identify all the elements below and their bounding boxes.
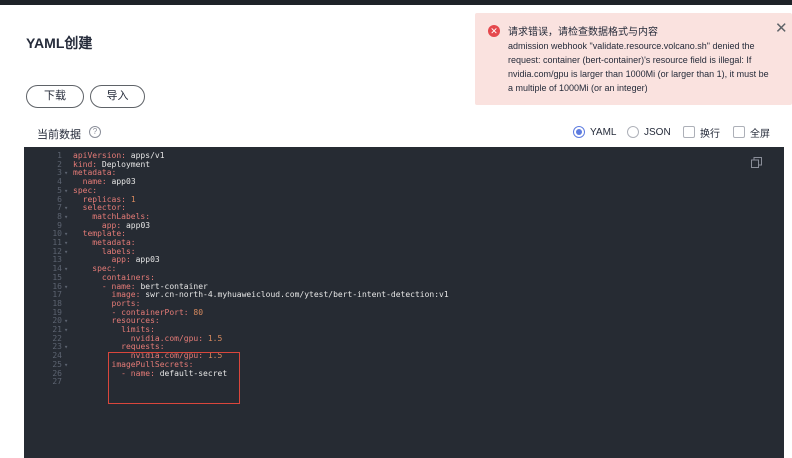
yaml-value: bert-container xyxy=(135,281,208,291)
error-toast: ✕ 请求错误，请检查数据格式与内容 admission webhook "val… xyxy=(475,13,792,105)
yaml-key: app: xyxy=(101,220,122,230)
fold-toggle-icon[interactable]: ▾ xyxy=(64,230,68,239)
yaml-key: app: xyxy=(111,255,131,265)
yaml-key: ports: xyxy=(111,298,141,308)
yaml-key: kind: xyxy=(73,159,98,169)
code-line: 3 ▾ metadata: xyxy=(24,169,784,178)
fullscreen-checkbox[interactable] xyxy=(733,126,745,138)
fold-toggle-icon[interactable]: ▾ xyxy=(64,343,68,352)
line-number: 27 xyxy=(52,377,62,387)
fullscreen-checkbox-option[interactable]: 全屏 xyxy=(733,125,770,140)
code-line: 11 ▾ metadata: xyxy=(24,238,784,248)
current-data-label: 当前数据 xyxy=(37,129,81,141)
yaml-key: - name: xyxy=(101,281,136,291)
yaml-key: template: xyxy=(82,229,126,239)
yaml-key: requests: xyxy=(121,342,165,352)
wrap-checkbox-label: 换行 xyxy=(700,128,720,140)
code-line: 9 app: app03 xyxy=(24,220,784,231)
close-icon[interactable]: ✕ xyxy=(775,19,788,37)
fold-toggle-icon[interactable]: ▾ xyxy=(64,265,68,274)
code-line: 4 name: app03 xyxy=(24,177,784,187)
json-radio[interactable] xyxy=(627,126,639,138)
yaml-value: 1 xyxy=(126,194,136,204)
yaml-value: apps/v1 xyxy=(125,151,165,160)
fold-toggle-icon[interactable]: ▾ xyxy=(64,317,68,326)
resources-highlight-box xyxy=(108,352,240,404)
code-line: 13 app: app03 xyxy=(24,256,784,265)
yaml-key: spec: xyxy=(92,264,117,274)
help-icon[interactable]: ? xyxy=(89,126,101,138)
yaml-key: matchLabels: xyxy=(92,211,151,221)
code-line: 6 replicas: 1 xyxy=(24,194,784,205)
yaml-key: image: xyxy=(111,290,141,300)
yaml-radio[interactable] xyxy=(573,126,585,138)
yaml-key: metadata: xyxy=(92,238,136,247)
fold-toggle-icon[interactable]: ▾ xyxy=(64,187,68,196)
yaml-value: app03 xyxy=(121,220,151,230)
yaml-radio-label: YAML xyxy=(590,126,617,138)
yaml-value: app03 xyxy=(130,255,160,265)
wrap-checkbox-option[interactable]: 换行 xyxy=(683,125,720,140)
fold-toggle-icon[interactable]: ▾ xyxy=(64,326,68,335)
yaml-key: name: xyxy=(82,177,107,187)
wrap-checkbox[interactable] xyxy=(683,126,695,138)
fold-toggle-icon[interactable]: ▾ xyxy=(64,169,68,178)
yaml-key: labels: xyxy=(101,246,136,256)
top-bar xyxy=(0,0,792,5)
code-line: 2 kind: Deployment xyxy=(24,159,784,170)
yaml-key: containers: xyxy=(101,272,155,282)
yaml-key: limits: xyxy=(121,325,155,334)
page-title: YAML创建 xyxy=(26,35,93,51)
yaml-value: app03 xyxy=(106,177,136,187)
yaml-code-editor[interactable]: 1 apiVersion: apps/v1 2 kind: Deployment 3 ▾ m… xyxy=(24,147,784,458)
code-line: 5 ▾ spec: xyxy=(24,185,784,196)
toast-message: admission webhook "validate.resource.vol… xyxy=(508,41,769,93)
fold-toggle-icon[interactable]: ▾ xyxy=(64,213,68,222)
yaml-key: replicas: xyxy=(82,194,126,204)
yaml-value: 80 xyxy=(188,307,204,317)
yaml-key: nvidia.com/gpu: xyxy=(130,333,204,343)
yaml-radio-option[interactable]: YAML xyxy=(573,125,617,139)
download-button[interactable]: 下载 xyxy=(26,85,84,108)
json-radio-label: JSON xyxy=(644,126,671,138)
yaml-key: metadata: xyxy=(73,168,117,178)
yaml-key: selector: xyxy=(82,203,126,213)
yaml-value: swr.cn-north-4.myhuaweicloud.com/ytest/b… xyxy=(140,290,449,300)
fold-toggle-icon[interactable]: ▾ xyxy=(64,283,68,292)
toast-title: 请求错误，请检查数据格式与内容 xyxy=(508,27,658,38)
yaml-key: - containerPort: xyxy=(111,307,189,317)
yaml-key: spec: xyxy=(73,185,98,195)
json-radio-option[interactable]: JSON xyxy=(627,125,671,139)
yaml-key: apiVersion: xyxy=(73,151,126,160)
fold-toggle-icon[interactable]: ▾ xyxy=(64,248,68,257)
fold-toggle-icon[interactable]: ▾ xyxy=(64,361,68,370)
code-line: 10 ▾ template: xyxy=(24,229,784,239)
yaml-key: resources: xyxy=(111,316,160,326)
import-button[interactable]: 导入 xyxy=(90,85,145,108)
yaml-value: Deployment xyxy=(97,159,151,169)
fullscreen-checkbox-label: 全屏 xyxy=(750,128,770,140)
yaml-value: 1.5 xyxy=(203,333,223,343)
fold-toggle-icon[interactable]: ▾ xyxy=(64,204,68,213)
fold-toggle-icon[interactable]: ▾ xyxy=(64,239,68,248)
error-circle-icon: ✕ xyxy=(488,25,500,37)
